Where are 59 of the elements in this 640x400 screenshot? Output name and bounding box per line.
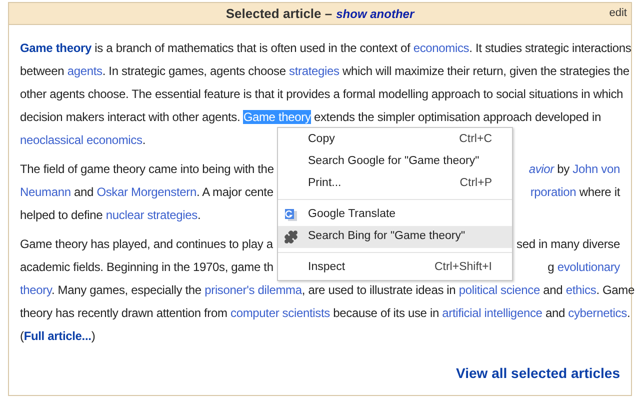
edit-link[interactable]: edit [609, 5, 627, 22]
article-link[interactable]: political science [458, 283, 540, 297]
article-link[interactable]: agents [67, 64, 102, 78]
menu-label: Search Bing for "Game theory" [308, 229, 466, 244]
text-line: between agents. In strategic games, agents choose strategies which will maximize their return, given the strategies the [20, 63, 630, 80]
article-link[interactable]: computer scientists [230, 306, 330, 320]
text-line: academic fields. Beginning in the 1970s, game th [20, 259, 274, 276]
panel-title: Selected article – [226, 4, 332, 23]
text-line: theory. Many games, especially the prisoner's dilemma, are used to illustrate ideas in political science and ethics. Game [20, 282, 635, 299]
article-link[interactable]: John von [572, 162, 620, 176]
menu-shortcut: Ctrl+Shift+I [434, 260, 492, 276]
puzzle-icon [284, 230, 298, 244]
menu-item[interactable]: Print... Ctrl+P [278, 173, 512, 195]
article-link[interactable]: Neumann [20, 185, 71, 199]
article-link[interactable]: neoclassical economics [20, 133, 142, 147]
text-line: Neumann and Oskar Morgenstern. A major cente [20, 184, 274, 201]
menu-item[interactable]: Inspect Ctrl+Shift+I [278, 257, 512, 279]
text-line: sed in many diverse [516, 236, 620, 253]
text-line: g evolutionary [548, 259, 620, 276]
article-link[interactable]: theory [20, 283, 52, 297]
menu-item[interactable]: Google Translate [278, 204, 512, 226]
article-link[interactable]: avior [528, 162, 554, 176]
article-link[interactable]: Full article... [24, 329, 92, 343]
menu-shortcut: Ctrl+P [460, 176, 492, 192]
article-link[interactable]: strategies [289, 64, 340, 78]
menu-item[interactable]: Search Google for "Game theory" [278, 151, 512, 173]
text-line: The field of game theory came into being with the [20, 161, 274, 178]
menu-label: Google Translate [308, 207, 397, 222]
text-line: other agents choose. The essential feature is that it provides a formal modelling approach to social situations in which [20, 86, 624, 103]
text-line: (Full article...) [20, 328, 96, 345]
menu-item[interactable]: Copy Ctrl+C [278, 129, 512, 151]
article-link[interactable]: rporation [530, 185, 576, 199]
menu-label: Print... [308, 176, 342, 192]
menu-shortcut: Ctrl+C [459, 132, 492, 148]
text-line: Game theory is a branch of mathematics that is often used in the context of economics. It studies strategic interactions [20, 40, 632, 57]
article-link[interactable]: evolutionary [557, 260, 620, 274]
text-line: decision makers interact with other agents. Game theory extends the simpler optimisation approach developed in [20, 109, 601, 126]
menu-label: Inspect [308, 260, 346, 276]
selected-text: Game theory [243, 110, 311, 124]
text-line: Game theory has played, and continues to play a [20, 236, 273, 253]
show-another-link[interactable]: show another [336, 4, 414, 23]
article-link[interactable]: cybernetics [568, 306, 627, 320]
text-line: helped to define nuclear strategies. [20, 207, 201, 224]
text-line: theory has recently drawn attention from computer scientists because of its use in artificial intelligence and cybernetics. [20, 305, 630, 322]
article-link[interactable]: Game theory [20, 41, 92, 55]
view-all-link[interactable]: View all selected articles [456, 362, 620, 385]
article-link[interactable]: ethics [566, 283, 596, 297]
text-line: avior by John von [528, 161, 620, 178]
article-link[interactable]: nuclear strategies [106, 208, 198, 222]
text-line: rporation where it [530, 184, 620, 201]
menu-label: Search Google for "Game theory" [308, 154, 480, 170]
article-link[interactable]: prisoner's dilemma [204, 283, 302, 297]
article-link[interactable]: economics [413, 41, 470, 55]
article-link[interactable]: Oskar Morgenstern [96, 185, 197, 199]
menu-item[interactable]: Search Bing for "Game theory" [278, 226, 512, 248]
translate-icon [284, 208, 298, 222]
menu-label: Copy [308, 132, 336, 148]
text-line: neoclassical economics. [20, 132, 146, 149]
article-link[interactable]: artificial intelligence [442, 306, 542, 320]
